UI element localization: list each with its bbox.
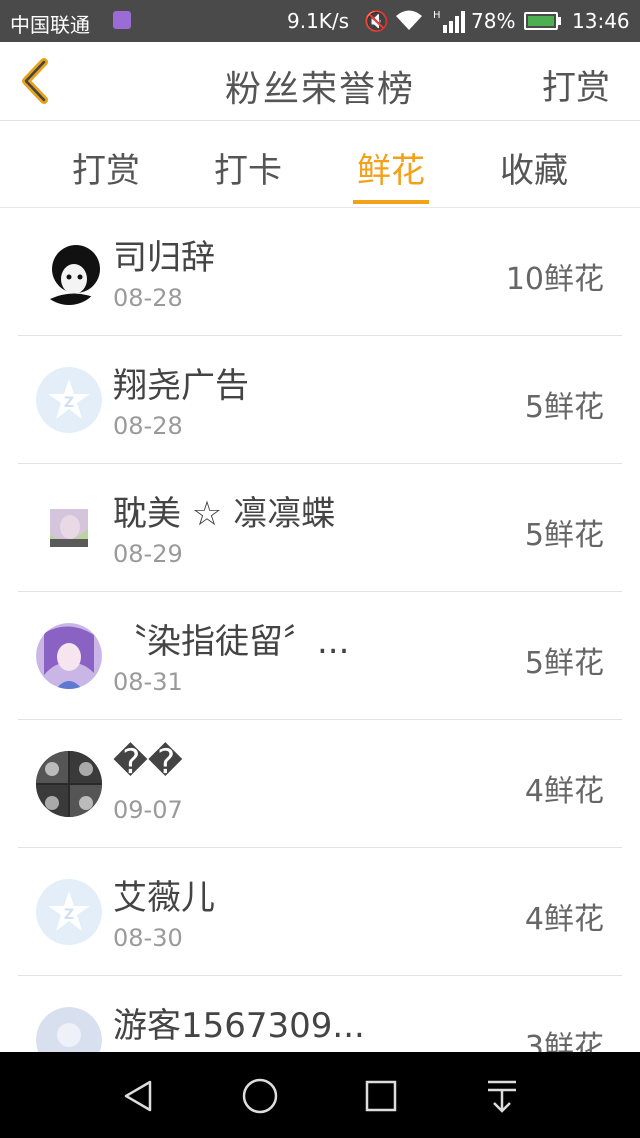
default-avatar-icon: Z [36, 879, 102, 945]
tab-bar: 打赏 打卡 鲜花 收藏 [0, 121, 640, 208]
avatar [36, 239, 102, 305]
fan-date: 08-29 [113, 540, 183, 568]
list-item[interactable]: 司归辞 08-28 10鲜花 [18, 208, 622, 336]
list-item[interactable]: �� 09-07 4鲜花 [18, 720, 622, 848]
network-speed: 9.1K/s [287, 9, 350, 33]
flower-count: 4鲜花 [524, 774, 604, 809]
flower-count: 10鲜花 [505, 262, 604, 297]
flower-count: 5鲜花 [524, 646, 604, 681]
reward-button[interactable]: 打赏 [542, 60, 610, 109]
battery-icon [524, 12, 558, 30]
notification-icon [113, 11, 131, 29]
list-item[interactable]: Z 翔尧广告 08-28 5鲜花 [18, 336, 622, 464]
fan-name: 〝染指徒留〞... [113, 622, 350, 662]
list-item[interactable]: Z 艾薇儿 08-30 4鲜花 [18, 848, 622, 976]
tab-checkin[interactable]: 打卡 [198, 143, 298, 192]
tab-reward[interactable]: 打赏 [56, 143, 156, 192]
avatar [36, 623, 102, 689]
fan-date: 09-07 [113, 796, 183, 824]
fan-date: 08-28 [113, 284, 183, 312]
recents-nav-icon[interactable] [364, 1079, 398, 1113]
fan-name: 艾薇儿 [113, 878, 215, 918]
notification-pulldown-icon[interactable] [484, 1077, 520, 1115]
avatar: Z [36, 879, 102, 945]
top-app-bar: 粉丝荣誉榜 打赏 [0, 42, 640, 121]
signal-type-label: H [433, 10, 441, 21]
fan-name: 翔尧广告 [113, 366, 249, 406]
carrier-label: 中国联通 [10, 13, 90, 37]
svg-text:Z: Z [64, 395, 74, 411]
fan-date: 08-28 [113, 412, 183, 440]
fan-name: 司归辞 [113, 238, 215, 278]
default-avatar-icon: Z [36, 367, 102, 433]
avatar [36, 751, 102, 817]
list-item[interactable]: 〝染指徒留〞... 08-31 5鲜花 [18, 592, 622, 720]
fan-date: 08-31 [113, 668, 183, 696]
home-nav-icon[interactable] [241, 1077, 279, 1115]
fan-name: 耽美 ☆ 凛凛蝶 [113, 494, 336, 534]
mute-icon: 🔇 [364, 9, 389, 33]
flower-count: 4鲜花 [524, 902, 604, 937]
fan-name: �� [113, 742, 183, 782]
active-tab-indicator [353, 200, 429, 204]
svg-text:Z: Z [64, 907, 74, 923]
signal-icon: H [433, 9, 467, 40]
fan-date: 08-30 [113, 924, 183, 952]
system-nav-bar [0, 1052, 640, 1138]
back-nav-icon[interactable] [120, 1078, 156, 1114]
fan-name: 游客1567309... [113, 1006, 365, 1046]
tab-flowers[interactable]: 鲜花 [341, 143, 441, 192]
wifi-icon [394, 8, 424, 37]
status-bar: 中国联通 9.1K/s 🔇 H 78% 13:46 [0, 0, 640, 42]
flower-count: 5鲜花 [524, 518, 604, 553]
list-item[interactable]: 耽美 ☆ 凛凛蝶 08-29 5鲜花 [18, 464, 622, 592]
flower-count: 5鲜花 [524, 390, 604, 425]
avatar [36, 495, 102, 561]
avatar: Z [36, 367, 102, 433]
battery-percent: 78% [471, 9, 516, 33]
tab-favorites[interactable]: 收藏 [484, 143, 584, 192]
clock: 13:46 [572, 9, 630, 33]
